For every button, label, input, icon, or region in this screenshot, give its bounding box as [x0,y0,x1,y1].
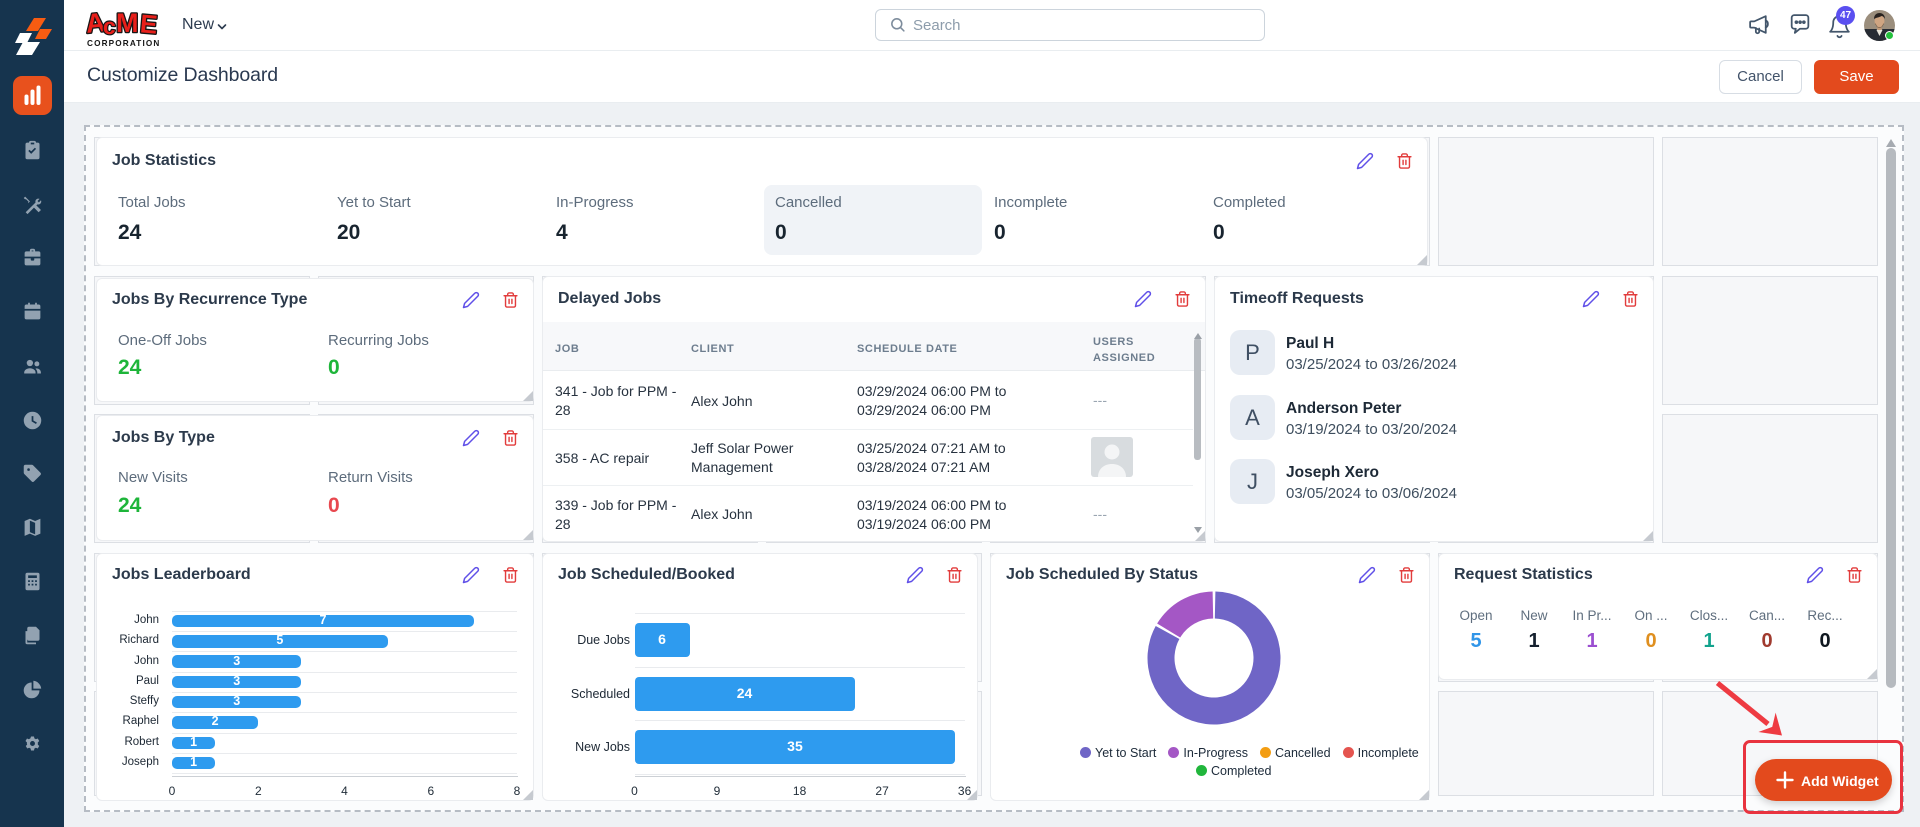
svg-text:CORPORATION: CORPORATION [87,39,160,48]
svg-text:c: c [102,13,117,40]
svg-text:E: E [139,8,159,39]
svg-text:M: M [116,8,139,38]
